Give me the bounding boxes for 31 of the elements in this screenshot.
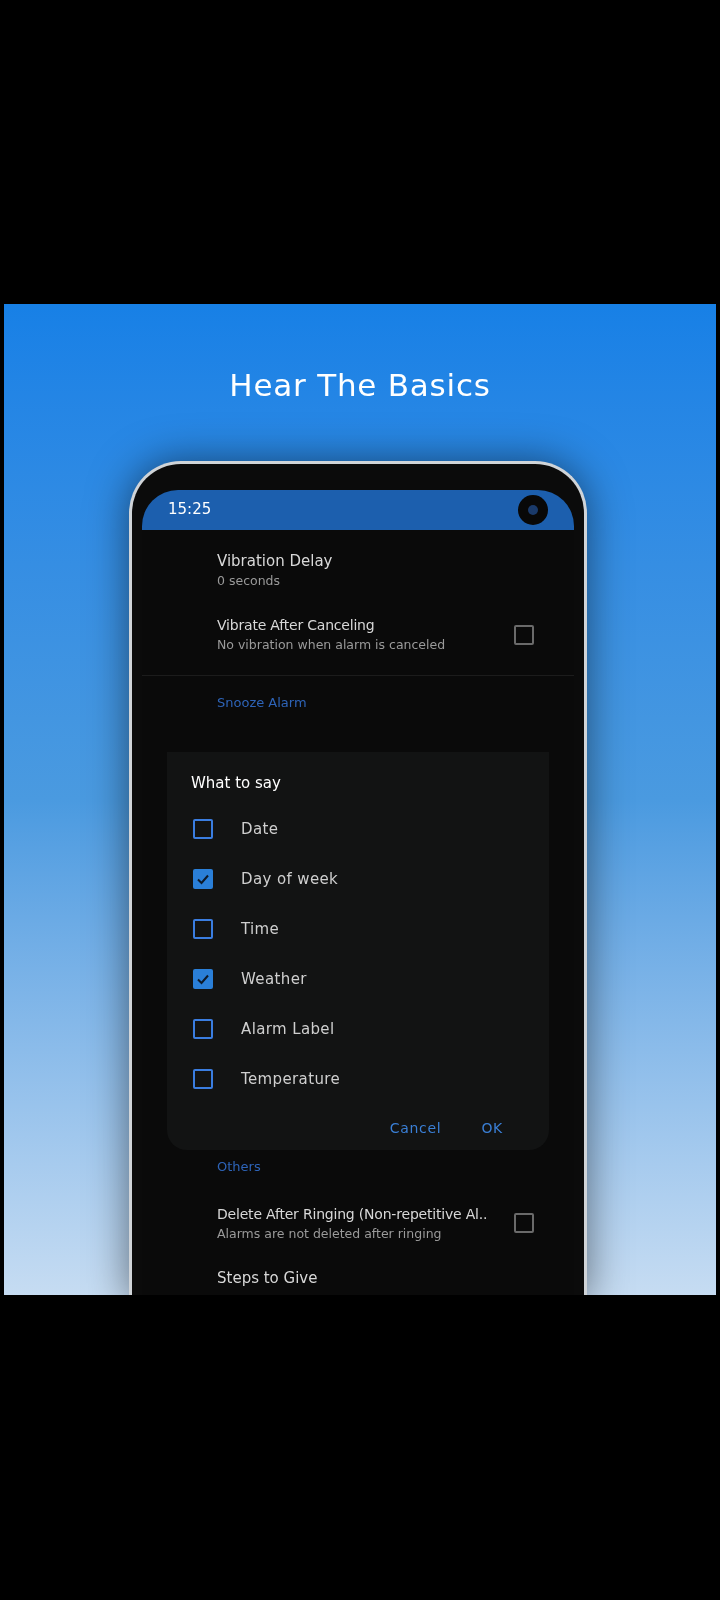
checkbox[interactable] xyxy=(193,919,213,939)
checkbox[interactable] xyxy=(514,624,534,645)
setting-title[interactable]: Delete After Ringing (Non-repetitive Al.. xyxy=(217,1203,506,1225)
setting-subtitle: 0 seconds xyxy=(217,572,282,590)
setting-subtitle: No vibration when alarm is canceled xyxy=(217,635,447,654)
checkbox[interactable] xyxy=(193,1019,213,1039)
section-header: Snooze Alarm xyxy=(217,694,307,710)
checkbox[interactable] xyxy=(193,1069,213,1089)
option-label[interactable]: Alarm Label xyxy=(241,1017,335,1041)
section-header: Others xyxy=(217,1158,261,1174)
option-label[interactable]: Date xyxy=(241,817,279,841)
option-label[interactable]: Time xyxy=(241,917,280,941)
status-time: 15:25 xyxy=(168,499,212,521)
option-label[interactable]: Day of week xyxy=(241,867,339,891)
option-label[interactable]: Temperature xyxy=(241,1067,341,1091)
dialog-title: What to say xyxy=(191,772,282,794)
dialog-button[interactable]: OK xyxy=(481,1118,503,1139)
camera-icon xyxy=(518,494,548,525)
setting-title[interactable]: Vibration Delay xyxy=(217,549,574,572)
setting-subtitle: Alarms are not deleted after ringing xyxy=(217,1224,443,1243)
checkbox[interactable] xyxy=(193,969,213,989)
setting-title[interactable]: Vibrate After Canceling xyxy=(217,614,506,636)
checkmark-icon xyxy=(196,972,210,986)
option-label[interactable]: Weather xyxy=(241,967,307,991)
checkbox[interactable] xyxy=(193,869,213,889)
checkbox[interactable] xyxy=(193,819,213,839)
checkmark-icon xyxy=(196,872,210,886)
promo-title: Hear The Basics xyxy=(229,366,491,405)
checkbox[interactable] xyxy=(514,1213,534,1234)
setting-title[interactable]: Steps to Give xyxy=(217,1267,574,1290)
dialog-button[interactable]: Cancel xyxy=(389,1118,442,1139)
